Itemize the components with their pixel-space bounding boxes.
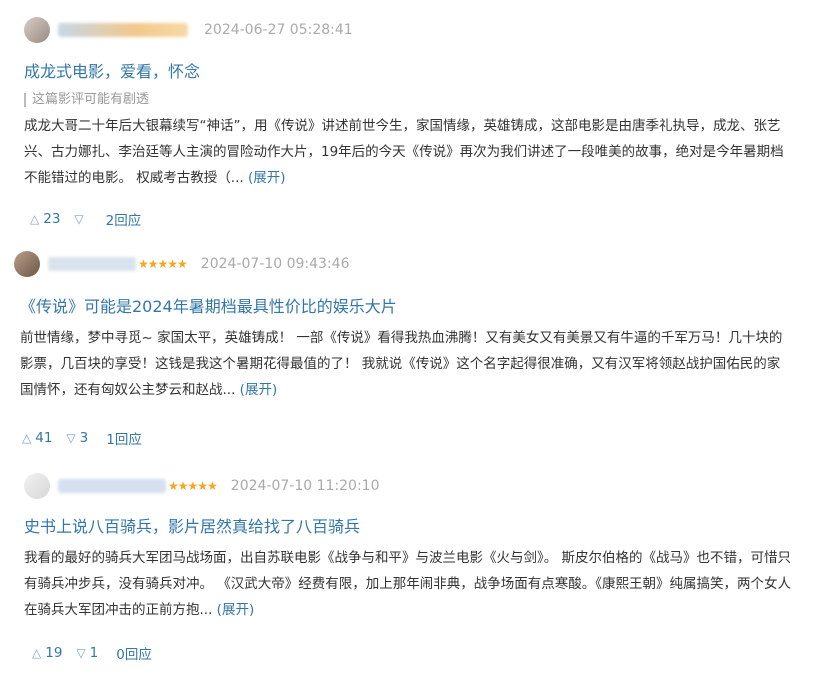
expand-link[interactable]: (展开) — [240, 382, 278, 398]
review-header: 2024-06-27 05:28:41 — [24, 15, 353, 45]
review-body-text: 前世情缘，梦中寻觅~ 家国太平，英雄铸成！ 一部《传说》看得我热血沸腾！又有美女… — [20, 330, 783, 398]
upvote-button[interactable]: △ 23 — [30, 211, 60, 227]
review-time: 2024-07-10 09:43:46 — [200, 256, 350, 272]
rating-stars: ★★★★★ — [138, 257, 188, 271]
triangle-up-icon: △ — [30, 212, 40, 226]
reply-link[interactable]: 1回应 — [106, 428, 142, 448]
upvote-button[interactable]: △ 41 — [22, 430, 52, 446]
review-time: 2024-06-27 05:28:41 — [204, 22, 353, 38]
rating-stars: ★★★★★ — [168, 479, 218, 493]
review-body: 前世情缘，梦中寻觅~ 家国太平，英雄铸成！ 一部《传说》看得我热血沸腾！又有美女… — [20, 325, 790, 403]
review-body-text: 成龙大哥二十年后大银幕续写“神话”，用《传说》讲述前世今生，家国情缘，英雄铸成，… — [24, 118, 784, 186]
spoiler-notice: 这篇影评可能有剧透 — [24, 93, 149, 107]
downvote-button[interactable]: ▽ — [74, 212, 87, 226]
triangle-down-icon: ▽ — [66, 431, 76, 445]
review-title[interactable]: 成龙式电影，爱看，怀念 — [24, 58, 200, 82]
triangle-down-icon: ▽ — [74, 212, 84, 226]
review-header: ★★★★★ 2024-07-10 11:20:10 — [24, 471, 380, 501]
avatar[interactable] — [14, 251, 40, 277]
reply-link[interactable]: 0回应 — [116, 643, 152, 663]
username[interactable] — [48, 257, 136, 271]
review-body: 我看的最好的骑兵大军团马战场面，出自苏联电影《战争与和平》与波兰电影《火与剑》。… — [24, 545, 794, 623]
review-title[interactable]: 史书上说八百骑兵，影片居然真给找了八百骑兵 — [24, 513, 360, 537]
upvote-button[interactable]: △ 19 — [32, 645, 62, 661]
expand-link[interactable]: (展开) — [248, 170, 286, 186]
review-actions: △ 19 ▽ 1 0回应 — [32, 643, 152, 663]
triangle-down-icon: ▽ — [76, 646, 86, 660]
review-title[interactable]: 《传说》可能是2024年暑期档最具性价比的娱乐大片 — [20, 293, 397, 317]
expand-link[interactable]: (展开) — [217, 602, 255, 618]
username[interactable] — [58, 23, 188, 37]
downvote-count: 1 — [89, 645, 99, 661]
review-actions: △ 23 ▽ 2回应 — [30, 209, 141, 229]
review-actions: △ 41 ▽ 3 1回应 — [22, 428, 142, 448]
review-time: 2024-07-10 11:20:10 — [230, 478, 380, 494]
triangle-up-icon: △ — [22, 431, 32, 445]
downvote-count: 3 — [79, 430, 89, 446]
review-body: 成龙大哥二十年后大银幕续写“神话”，用《传说》讲述前世今生，家国情缘，英雄铸成，… — [24, 113, 794, 191]
username[interactable] — [58, 479, 166, 493]
upvote-count: 19 — [45, 645, 63, 661]
upvote-count: 23 — [43, 211, 61, 227]
avatar[interactable] — [24, 473, 50, 499]
review-header: ★★★★★ 2024-07-10 09:43:46 — [14, 249, 350, 279]
reply-link[interactable]: 2回应 — [106, 209, 142, 229]
downvote-button[interactable]: ▽ 1 — [76, 645, 98, 661]
review-body-text: 我看的最好的骑兵大军团马战场面，出自苏联电影《战争与和平》与波兰电影《火与剑》。… — [24, 550, 792, 618]
avatar[interactable] — [24, 17, 50, 43]
triangle-up-icon: △ — [32, 646, 42, 660]
upvote-count: 41 — [35, 430, 53, 446]
downvote-button[interactable]: ▽ 3 — [66, 430, 88, 446]
